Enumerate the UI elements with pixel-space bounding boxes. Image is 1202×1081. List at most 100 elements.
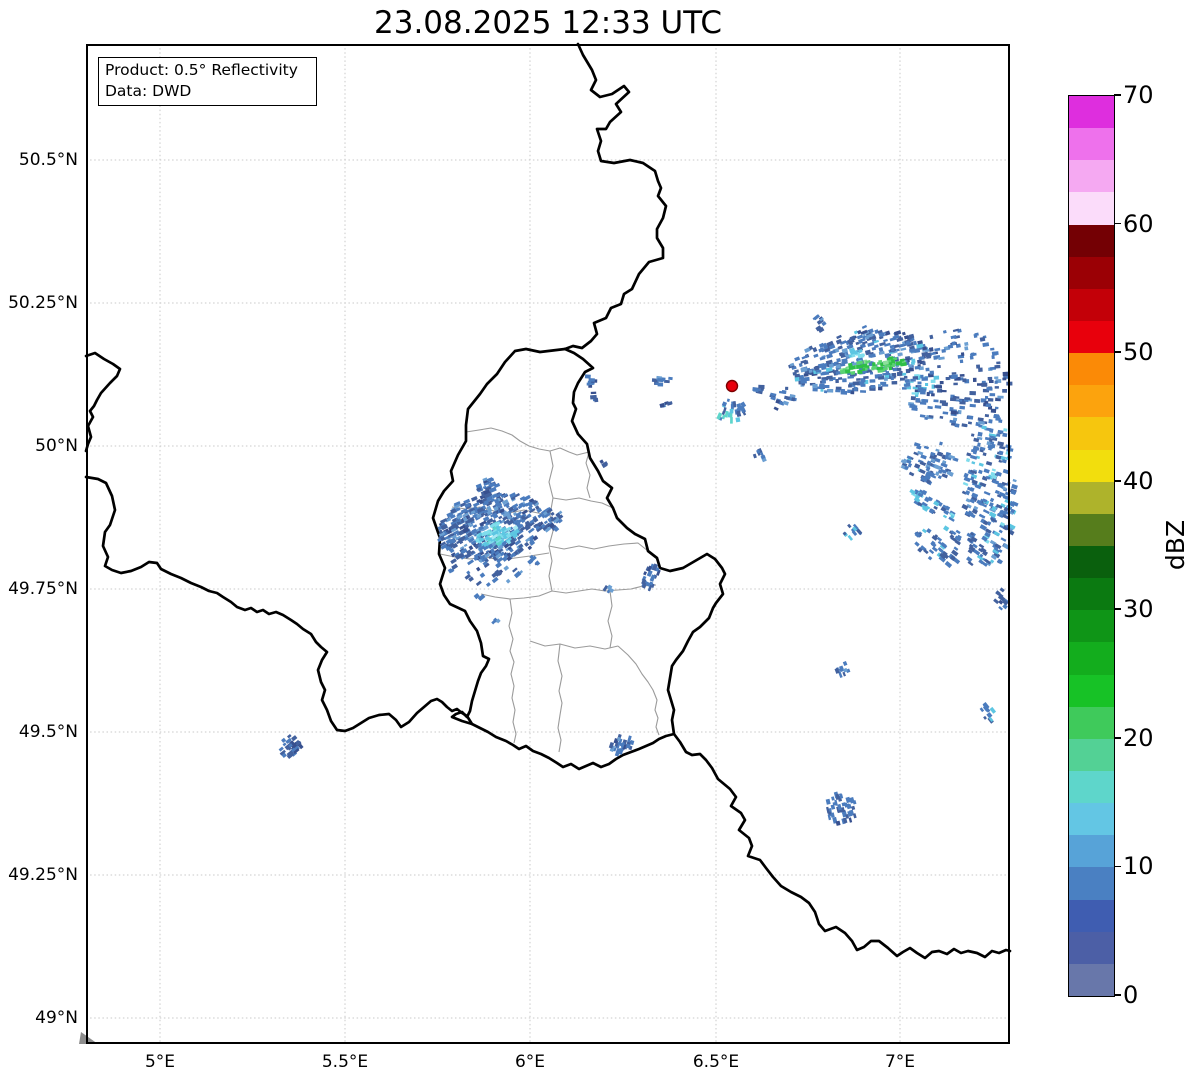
- colorbar-segment: [1069, 321, 1114, 353]
- radar-echo: [851, 806, 855, 810]
- radar-echo: [952, 374, 958, 378]
- radar-echo: [480, 572, 486, 578]
- radar-echo: [870, 379, 876, 382]
- radar-echo: [589, 378, 595, 382]
- radar-echo: [900, 378, 905, 381]
- radar-echo: [826, 376, 832, 380]
- colorbar-tick-mark: [1114, 994, 1121, 996]
- radar-echo: [941, 349, 946, 353]
- radar-echo: [854, 387, 858, 391]
- radar-echo: [929, 549, 934, 554]
- radar-echo: [503, 565, 509, 571]
- radar-echo: [990, 393, 996, 396]
- colorbar-segment: [1069, 417, 1114, 449]
- radar-echo: [996, 434, 1000, 437]
- colorbar-tick-label: 10: [1123, 851, 1154, 881]
- colorbar-segment: [1069, 610, 1114, 642]
- radar-echo: [981, 383, 987, 387]
- radar-echo: [999, 529, 1003, 533]
- radar-echo: [492, 577, 499, 584]
- region-border: [553, 498, 613, 508]
- radar-echo: [812, 347, 817, 352]
- radar-echo: [983, 509, 990, 514]
- radar-echo: [950, 398, 956, 402]
- radar-echo: [912, 392, 918, 394]
- radar-echo: [823, 385, 829, 388]
- country-border: [86, 477, 1010, 958]
- radar-echo: [965, 490, 970, 495]
- radar-echo: [984, 468, 990, 473]
- radar-echo: [836, 821, 841, 826]
- radar-echo: [984, 491, 991, 496]
- radar-echo: [960, 359, 964, 363]
- radar-echo: [860, 390, 866, 393]
- radar-echo: [924, 417, 928, 420]
- radar-echo: [884, 377, 888, 381]
- radar-echo: [473, 524, 478, 528]
- radar-echo: [853, 382, 858, 385]
- radar-echo: [927, 392, 930, 396]
- radar-echo: [908, 364, 912, 367]
- radar-echo: [960, 374, 965, 377]
- radar-echo: [657, 378, 663, 382]
- radar-echo: [995, 407, 999, 410]
- radar-echo: [990, 498, 994, 503]
- radar-echo: [940, 400, 946, 404]
- radar-echo: [872, 362, 876, 366]
- radar-echo: [959, 406, 965, 410]
- colorbar-segment: [1069, 225, 1114, 257]
- radar-echo: [801, 355, 808, 359]
- radar-echo: [937, 365, 941, 368]
- colorbar-tick-mark: [1114, 223, 1121, 225]
- radar-echo: [590, 395, 597, 400]
- radar-echo: [897, 372, 902, 376]
- radar-echo: [854, 330, 858, 334]
- radar-echo: [871, 385, 875, 388]
- colorbar-segment: [1069, 128, 1114, 160]
- colorbar-tick-mark: [1114, 866, 1121, 868]
- radar-echo: [291, 735, 297, 741]
- radar-echo: [979, 514, 986, 519]
- radar-echo: [966, 452, 971, 456]
- colorbar-segment: [1069, 932, 1114, 964]
- radar-echo: [937, 537, 942, 542]
- radar-echo: [850, 371, 855, 375]
- radar-echo: [476, 567, 481, 572]
- radar-echo: [977, 383, 982, 386]
- radar-echo: [935, 449, 939, 452]
- y-tick-label: 49.25°N: [0, 864, 78, 886]
- radar-echo: [591, 392, 597, 395]
- radar-echo: [933, 399, 938, 402]
- radar-echo: [527, 545, 532, 550]
- radar-echo: [585, 374, 591, 378]
- radar-echo: [929, 347, 934, 352]
- colorbar-tick-label: 30: [1123, 594, 1154, 624]
- radar-echo: [983, 452, 987, 456]
- colorbar-segment: [1069, 385, 1114, 417]
- radar-echo: [914, 463, 920, 469]
- colorbar-segment: [1069, 771, 1114, 803]
- radar-echo: [841, 389, 845, 392]
- radar-echo: [995, 386, 999, 389]
- radar-echo: [916, 398, 920, 402]
- colorbar-segment: [1069, 160, 1114, 192]
- country-border: [565, 349, 725, 734]
- radar-echo: [863, 376, 868, 379]
- radar-echo: [1000, 587, 1005, 592]
- colorbar-segment: [1069, 739, 1114, 771]
- colorbar-segment: [1069, 96, 1114, 128]
- radar-echo: [934, 464, 941, 470]
- radar-echo: [990, 348, 994, 351]
- radar-echo: [812, 384, 817, 388]
- radar-echo: [991, 409, 997, 413]
- radar-echo: [986, 461, 992, 466]
- radar-echo: [824, 390, 827, 393]
- radar-echo: [857, 334, 863, 339]
- x-tick-label: 6.5°E: [671, 1051, 761, 1073]
- radar-echo: [842, 378, 847, 382]
- radar-echo: [986, 387, 992, 390]
- radar-echo: [997, 396, 1003, 399]
- radar-echo: [914, 541, 920, 546]
- radar-echo: [989, 380, 994, 383]
- radar-echo: [1002, 459, 1007, 463]
